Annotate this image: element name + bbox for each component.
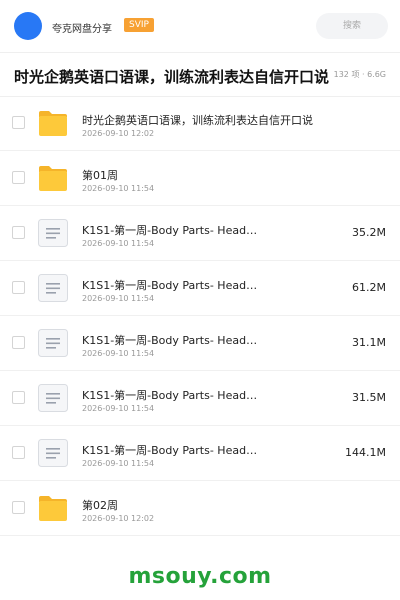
folder-header: 时光企鹅英语口语课，训练流利表达自信开口说 132 项 · 6.6G [0, 56, 400, 97]
row-checkbox[interactable] [12, 391, 25, 404]
file-row[interactable]: K1S1-第一周-Body Parts- Head… 2026-09-10 11:… [0, 371, 400, 426]
file-size: 31.5M [352, 391, 386, 404]
file-name: 第02周 [82, 499, 118, 512]
file-date: 2026-09-10 11:54 [82, 294, 155, 303]
file-name: K1S1-第一周-Body Parts- Head… [82, 334, 258, 347]
file-name: 时光企鹅英语口语课，训练流利表达自信开口说 [82, 114, 313, 127]
file-name: K1S1-第一周-Body Parts- Head… [82, 279, 258, 292]
file-row[interactable]: K1S1-第一周-Body Parts- Head… 2026-09-10 11:… [0, 426, 400, 481]
avatar[interactable] [14, 12, 42, 40]
row-checkbox[interactable] [12, 226, 25, 239]
row-checkbox[interactable] [12, 446, 25, 459]
file-name: K1S1-第一周-Body Parts- Head… [82, 224, 258, 237]
row-checkbox[interactable] [12, 336, 25, 349]
file-row[interactable]: 时光企鹅英语口语课，训练流利表达自信开口说 2026-09-10 12:02 [0, 96, 400, 151]
folder-icon [38, 494, 68, 522]
file-name: K1S1-第一周-Body Parts- Head… [82, 444, 258, 457]
row-checkbox[interactable] [12, 171, 25, 184]
file-row[interactable]: K1S1-第一周-Body Parts- Head… 2026-09-10 11:… [0, 261, 400, 316]
file-name: 第01周 [82, 169, 118, 182]
file-size: 144.1M [345, 446, 386, 459]
row-checkbox[interactable] [12, 116, 25, 129]
file-date: 2026-09-10 11:54 [82, 349, 155, 358]
file-date: 2026-09-10 11:54 [82, 184, 155, 193]
file-row[interactable]: K1S1-第一周-Body Parts- Head… 2026-09-10 11:… [0, 316, 400, 371]
watermark-text: msouy.com [128, 564, 272, 589]
row-checkbox[interactable] [12, 281, 25, 294]
folder-meta: 132 项 · 6.6G [333, 70, 386, 79]
document-icon [38, 384, 68, 412]
file-row[interactable]: 第01周 2026-09-10 11:54 [0, 151, 400, 206]
file-date: 2026-09-10 12:02 [82, 129, 155, 138]
file-row[interactable]: K1S1-第一周-Body Parts- Head… 2026-09-10 11:… [0, 206, 400, 261]
footer: msouy.com [0, 556, 400, 600]
file-size: 35.2M [352, 226, 386, 239]
file-date: 2026-09-10 12:02 [82, 514, 155, 523]
file-date: 2026-09-10 11:54 [82, 239, 155, 248]
document-icon [38, 439, 68, 467]
page-title: 时光企鹅英语口语课，训练流利表达自信开口说 [14, 68, 330, 86]
file-row[interactable]: 第02周 2026-09-10 12:02 [0, 481, 400, 536]
top-bar: 夸克网盘分享 SVIP 搜索 [0, 0, 400, 53]
file-size: 31.1M [352, 336, 386, 349]
file-date: 2026-09-10 11:54 [82, 404, 155, 413]
search-input[interactable]: 搜索 [316, 13, 388, 39]
folder-icon [38, 164, 68, 192]
row-checkbox[interactable] [12, 501, 25, 514]
file-size: 61.2M [352, 281, 386, 294]
document-icon [38, 219, 68, 247]
document-icon [38, 274, 68, 302]
file-name: K1S1-第一周-Body Parts- Head… [82, 389, 258, 402]
share-title: 夸克网盘分享 [52, 24, 112, 35]
document-icon [38, 329, 68, 357]
file-date: 2026-09-10 11:54 [82, 459, 155, 468]
file-list: 时光企鹅英语口语课，训练流利表达自信开口说 2026-09-10 12:02 第01… [0, 96, 400, 536]
svip-badge: SVIP [124, 18, 154, 32]
folder-icon [38, 109, 68, 137]
